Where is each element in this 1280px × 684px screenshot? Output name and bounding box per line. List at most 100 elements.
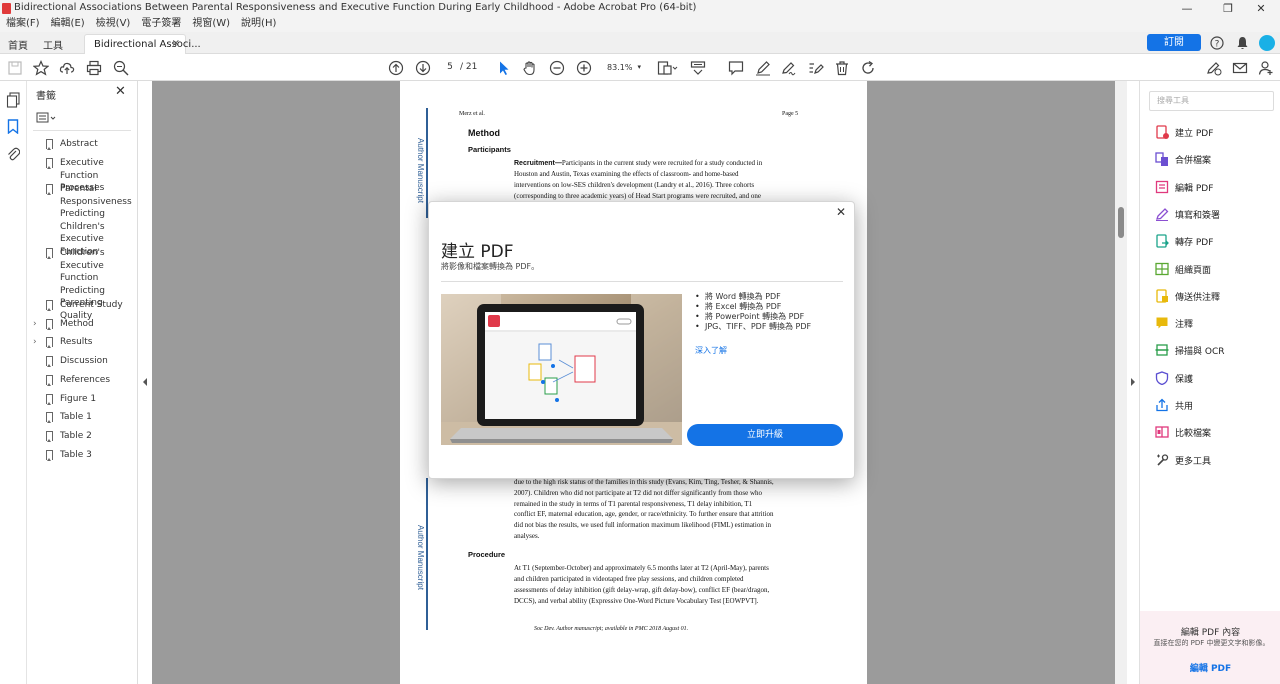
notification-bell-icon[interactable] [1236,36,1249,50]
zoom-level: 83.1% [607,63,633,72]
method-heading: Method [468,128,500,138]
svg-text:?: ? [1215,40,1220,50]
select-cursor-icon[interactable] [496,60,512,76]
page-number-input[interactable]: 5 [440,59,460,76]
rotate-icon[interactable] [860,60,876,76]
laptop-illustration [441,294,682,445]
collapse-left-icon[interactable] [142,377,148,387]
tab-bar: 首頁 工具 Bidirectional Associ... × 訂閱 ? [0,32,1280,55]
menu-view[interactable]: 檢視(V) [96,17,131,32]
previous-page-icon[interactable] [388,60,404,76]
tool-item[interactable]: 注釋 [1140,314,1280,334]
feature-list: 將 Word 轉換為 PDF 將 Excel 轉換為 PDF 將 PowerPo… [695,292,811,332]
bookmark-icon [46,300,53,311]
scrollbar-thumb[interactable] [1118,207,1124,238]
tool-item[interactable]: 填寫和簽署 [1140,205,1280,225]
subscribe-button[interactable]: 訂閱 [1147,34,1201,51]
paragraph-line: assessments of delay inhibition (gift de… [514,586,770,594]
tool-item[interactable]: 比較檔案 [1140,423,1280,443]
menu-help[interactable]: 說明(H) [241,17,276,32]
tool-label: 共用 [1175,402,1194,412]
learn-more-link[interactable]: 深入了解 [695,345,727,356]
feature-item: 將 Excel 轉換為 PDF [695,302,811,312]
tool-label: 保護 [1175,374,1194,385]
upgrade-now-button[interactable]: 立即升級 [687,424,843,446]
tool-item[interactable]: 共用 [1140,396,1280,416]
sign-request-icon[interactable] [1206,60,1222,76]
bookmarks-icon[interactable] [7,119,19,134]
tool-item[interactable]: 轉存 PDF [1140,232,1280,252]
cloud-upload-icon[interactable] [59,60,75,76]
tab-document[interactable]: Bidirectional Associ... × [84,34,201,55]
menu-file[interactable]: 檔案(F) [6,17,40,32]
save-icon[interactable] [7,60,23,76]
page-display-icon[interactable] [657,60,679,76]
collapse-right-panel[interactable] [1127,81,1139,684]
tool-item[interactable]: 組織頁面 [1140,260,1280,280]
tool-item[interactable]: 傳送供注釋 [1140,287,1280,307]
bookmark-label: Current Study [60,300,123,310]
paragraph-line: 2007). Children who did not participate … [514,489,763,497]
avatar[interactable] [1259,35,1275,51]
tool-item[interactable]: 編輯 PDF [1140,178,1280,198]
tool-item[interactable]: 更多工具 [1140,451,1280,471]
share-user-icon[interactable] [1258,60,1274,76]
vertical-scrollbar[interactable] [1115,81,1127,684]
next-page-icon[interactable] [415,60,431,76]
bookmark-label: Discussion [60,356,108,366]
search-tools-input[interactable]: 搜尋工具 [1149,91,1274,111]
chevron-right-icon[interactable]: › [33,318,37,331]
bookmark-icon [46,375,53,386]
close-window-button[interactable]: ✕ [1238,0,1280,17]
promo-edit-pdf-link[interactable]: 編輯 PDF [1140,661,1280,674]
minimize-button[interactable]: — [1164,0,1210,17]
close-dialog-icon[interactable]: ✕ [836,205,846,219]
bookmark-icon [46,319,53,330]
edit-pdf-icon[interactable] [808,60,824,76]
close-panel-icon[interactable]: ✕ [115,84,126,99]
tools-pane: 搜尋工具 編輯 PDF 內容 直接在您的 PDF 中變更文字和影像。 編輯 PD… [1139,81,1280,684]
bookmarks-panel: 書籤 ✕ Abstract Executive Function Process… [27,81,138,684]
close-tab-icon[interactable]: × [172,38,180,49]
paragraph-line: remained in the study in terms of T1 par… [514,500,753,508]
help-icon[interactable]: ? [1210,36,1224,50]
scroll-mode-icon[interactable] [690,60,706,76]
bookmark-label: Table 1 [60,412,92,422]
highlight-pen-icon[interactable] [755,60,771,76]
zoom-in-icon[interactable] [576,60,592,76]
edit-pdf-icon [1155,180,1169,193]
menu-esign[interactable]: 電子簽署 [141,17,181,32]
hand-tool-icon[interactable] [522,60,538,76]
delete-icon[interactable] [834,60,850,76]
email-icon[interactable] [1232,60,1248,76]
zoom-out-icon[interactable] [549,60,565,76]
tool-item[interactable]: 建立 PDF [1140,123,1280,143]
tool-item[interactable]: 保護 [1140,369,1280,389]
find-icon[interactable] [113,60,129,76]
print-icon[interactable] [86,60,102,76]
page-thumbnails-icon[interactable] [6,92,21,108]
tab-tools[interactable]: 工具 [43,37,63,52]
paragraph-line: (corresponding to three academic years) … [514,192,762,200]
bookmark-star-icon[interactable] [33,60,49,76]
tool-item[interactable]: 合併檔案 [1140,150,1280,170]
tool-label: 注釋 [1175,320,1194,331]
procedure-heading: Procedure [468,550,506,559]
menu-window[interactable]: 視窗(W) [192,17,230,32]
tool-item[interactable]: 掃描與 OCR [1140,341,1280,361]
collapse-left-panel[interactable] [138,81,152,684]
fill-sign-icon [1156,207,1169,221]
chevron-right-icon[interactable]: › [33,336,37,349]
collapse-right-icon[interactable] [1130,377,1136,387]
tab-home[interactable]: 首頁 [8,37,28,52]
paragraph-line: and children participated in videotaped … [514,575,744,583]
paragraph-line: interventions on low-SES children's deve… [514,181,755,189]
bookmark-icon [46,337,53,348]
menu-edit[interactable]: 編輯(E) [51,17,85,32]
bookmark-icon [46,450,53,461]
zoom-level-dropdown[interactable]: 83.1% ▾ [602,59,644,76]
bookmark-options-icon[interactable] [36,112,58,124]
comment-icon[interactable] [728,60,744,76]
fill-sign-icon[interactable] [781,60,797,76]
attachments-icon[interactable] [6,146,20,162]
